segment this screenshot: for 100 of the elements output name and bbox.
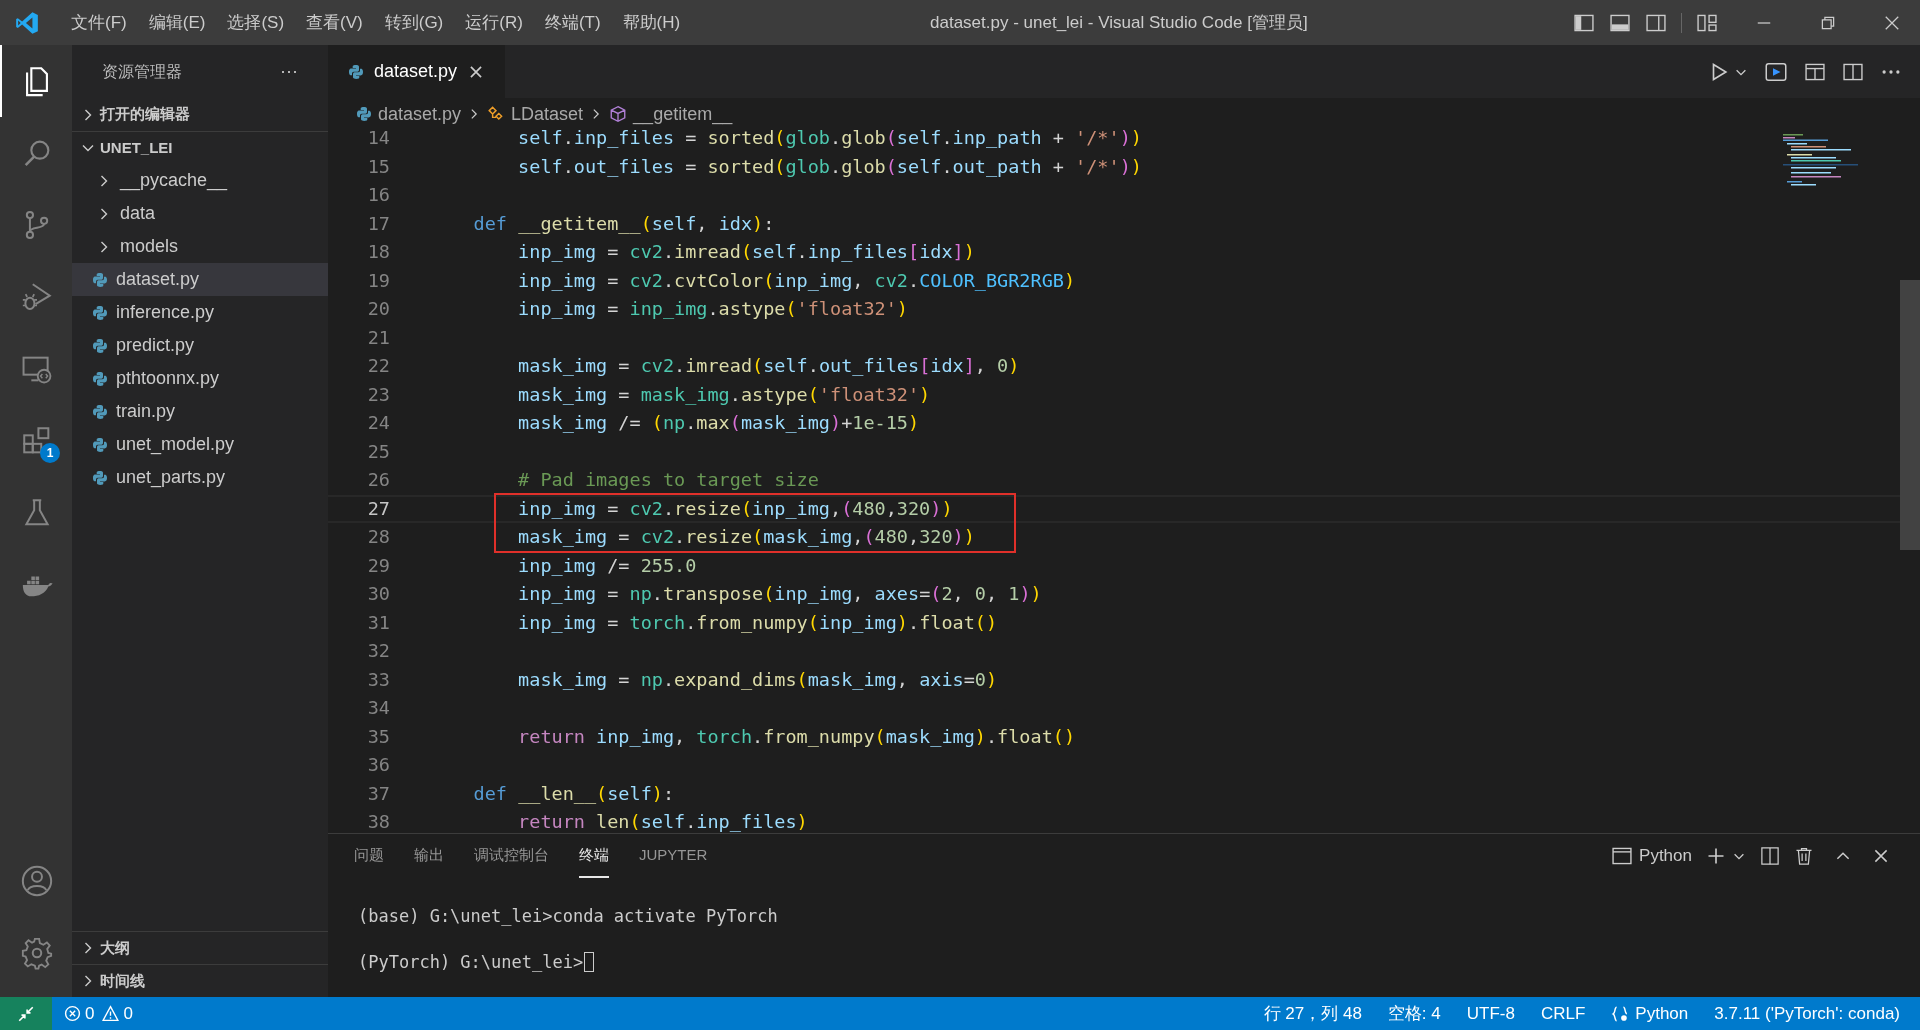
line-number: 21 bbox=[366, 325, 390, 350]
file-tree-item[interactable]: models bbox=[72, 230, 328, 263]
code-line: return len(self.inp_files) bbox=[517, 810, 808, 833]
code-line: self.inp_files = sorted(glob.glob(self.inp_path + '/*')) bbox=[517, 130, 1142, 151]
file-tree-item[interactable]: unet_parts.py bbox=[72, 461, 328, 494]
code-line: def __getitem__(self, idx): bbox=[472, 211, 775, 236]
line-number: 32 bbox=[366, 639, 390, 664]
menu-item[interactable]: 运行(R) bbox=[454, 9, 534, 36]
panel-tab[interactable]: 终端 bbox=[579, 834, 609, 878]
section-header[interactable]: 时间线 bbox=[100, 969, 145, 993]
cursor-position[interactable]: 行 27，列 48 bbox=[1263, 1000, 1362, 1027]
line-number: 31 bbox=[366, 610, 390, 635]
terminal-name[interactable]: Python bbox=[1639, 843, 1692, 869]
code-line: inp_img = cv2.imread(self.inp_files[idx]) bbox=[517, 240, 975, 265]
code-line: inp_img = np.transpose(inp_img, axes=(2, 0, 1)) bbox=[517, 582, 1042, 607]
menu-item[interactable]: 终端(T) bbox=[533, 9, 612, 36]
line-number: 29 bbox=[366, 553, 390, 578]
remote-button[interactable] bbox=[0, 997, 52, 1030]
code-line: def __len__(self): bbox=[472, 781, 675, 806]
file-tree-item[interactable]: data bbox=[72, 197, 328, 230]
account-icon[interactable] bbox=[20, 864, 54, 898]
line-number: 22 bbox=[366, 354, 390, 379]
line-number: 20 bbox=[366, 297, 390, 322]
code-line: inp_img = cv2.resize(inp_img,(480,320)) bbox=[517, 496, 953, 521]
python-icon bbox=[92, 436, 108, 453]
vscode-logo-icon bbox=[14, 9, 40, 36]
code-line: mask_img = cv2.resize(mask_img,(480,320)) bbox=[517, 525, 975, 550]
line-number: 14 bbox=[366, 130, 390, 151]
file-tree-item[interactable]: dataset.py bbox=[72, 263, 328, 296]
panel-tab[interactable]: 问题 bbox=[354, 834, 384, 878]
line-number: 23 bbox=[366, 382, 390, 407]
code-line: inp_img = cv2.cvtColor(inp_img, cv2.COLOR_BGR2RGB) bbox=[517, 268, 1076, 293]
code-line: return inp_img, torch.from_numpy(mask_img).float() bbox=[517, 724, 1076, 749]
language-mode[interactable]: Python bbox=[1611, 1000, 1689, 1027]
code-line: self.out_files = sorted(glob.glob(self.out_path + '/*')) bbox=[517, 154, 1142, 179]
python-icon bbox=[92, 469, 108, 486]
window-title: dataset.py - unet_lei - Visual Studio Code [管理员] bbox=[930, 11, 1308, 34]
file-tree-item[interactable]: __pycache__ bbox=[72, 164, 328, 197]
terminal-icon bbox=[1611, 845, 1634, 867]
line-ending[interactable]: CRLF bbox=[1540, 1000, 1586, 1027]
menu-item[interactable]: 编辑(E) bbox=[137, 9, 217, 36]
panel-tab[interactable]: 输出 bbox=[414, 834, 444, 878]
scrollbar-thumb[interactable] bbox=[1900, 280, 1920, 550]
file-tree-item[interactable]: unet_model.py bbox=[72, 428, 328, 461]
code-line: inp_img = inp_img.astype('float32') bbox=[517, 297, 908, 322]
breadcrumb-item[interactable]: LDataset bbox=[511, 100, 584, 128]
menu-item[interactable]: 转到(G) bbox=[373, 9, 455, 36]
code-line: mask_img = cv2.imread(self.out_files[idx], 0) bbox=[517, 354, 1020, 379]
section-header[interactable]: 大纲 bbox=[100, 936, 130, 960]
python-icon bbox=[356, 106, 372, 122]
cursor bbox=[584, 952, 595, 973]
line-number: 18 bbox=[366, 240, 390, 265]
line-number: 28 bbox=[366, 525, 390, 550]
line-number: 26 bbox=[366, 468, 390, 493]
code-line: mask_img /= (np.max(mask_img)+1e-15) bbox=[517, 411, 920, 436]
code-line: mask_img = mask_img.astype('float32') bbox=[517, 382, 931, 407]
menu-item[interactable]: 查看(V) bbox=[295, 9, 374, 36]
file-tree-item[interactable]: train.py bbox=[72, 395, 328, 428]
settings-icon[interactable] bbox=[20, 936, 54, 970]
split-terminal-icon[interactable] bbox=[1760, 846, 1780, 866]
breadcrumb-item[interactable]: __getitem__ bbox=[633, 100, 733, 128]
python-icon bbox=[92, 337, 108, 354]
line-number: 25 bbox=[366, 439, 390, 464]
line-number: 33 bbox=[366, 667, 390, 692]
cube-icon bbox=[609, 105, 628, 123]
terminal-line: (base) G:\unet_lei>conda activate PyTorch bbox=[358, 905, 778, 928]
line-number: 34 bbox=[366, 696, 390, 721]
line-number: 24 bbox=[366, 411, 390, 436]
encoding[interactable]: UTF-8 bbox=[1466, 1000, 1515, 1027]
file-tree-item[interactable]: inference.py bbox=[72, 296, 328, 329]
indentation[interactable]: 空格: 4 bbox=[1387, 1000, 1441, 1027]
line-number: 37 bbox=[366, 781, 390, 806]
line-number: 27 bbox=[366, 496, 390, 521]
add-icon[interactable] bbox=[1706, 846, 1726, 866]
line-number: 15 bbox=[366, 154, 390, 179]
python-interpreter[interactable]: 3.7.11 ('PyTorch': conda) bbox=[1714, 1000, 1900, 1027]
section-header[interactable]: 打开的编辑器 bbox=[100, 103, 190, 126]
file-tree-item[interactable]: predict.py bbox=[72, 329, 328, 362]
breadcrumb-item[interactable]: dataset.py bbox=[378, 100, 462, 128]
code-line: # Pad images to target size bbox=[517, 468, 819, 493]
file-tree-item[interactable]: pthtoonnx.py bbox=[72, 362, 328, 395]
terminal-line: (PyTorch) G:\unet_lei> bbox=[358, 950, 584, 974]
menu-item[interactable]: 文件(F) bbox=[60, 9, 138, 36]
problems-button[interactable]: 0 0 bbox=[64, 1000, 133, 1027]
line-number: 38 bbox=[366, 810, 390, 833]
braces-icon bbox=[1611, 1004, 1630, 1023]
editor-tab[interactable]: dataset.py bbox=[328, 45, 506, 98]
python-icon bbox=[92, 271, 108, 288]
panel-tab[interactable]: 调试控制台 bbox=[474, 834, 549, 878]
more-actions-button[interactable]: ··· bbox=[280, 58, 298, 85]
close-icon[interactable] bbox=[1872, 847, 1890, 865]
line-number: 19 bbox=[366, 268, 390, 293]
code-line: mask_img = np.expand_dims(mask_img, axis=0) bbox=[517, 667, 998, 692]
menu-item[interactable]: 帮助(H) bbox=[611, 9, 692, 36]
menu-item[interactable]: 选择(S) bbox=[216, 9, 296, 36]
python-icon bbox=[92, 403, 108, 420]
python-icon bbox=[92, 370, 108, 387]
trash-icon[interactable] bbox=[1794, 846, 1814, 866]
panel-tab[interactable]: JUPYTER bbox=[639, 834, 708, 878]
section-header[interactable]: UNET_LEI bbox=[100, 136, 173, 160]
